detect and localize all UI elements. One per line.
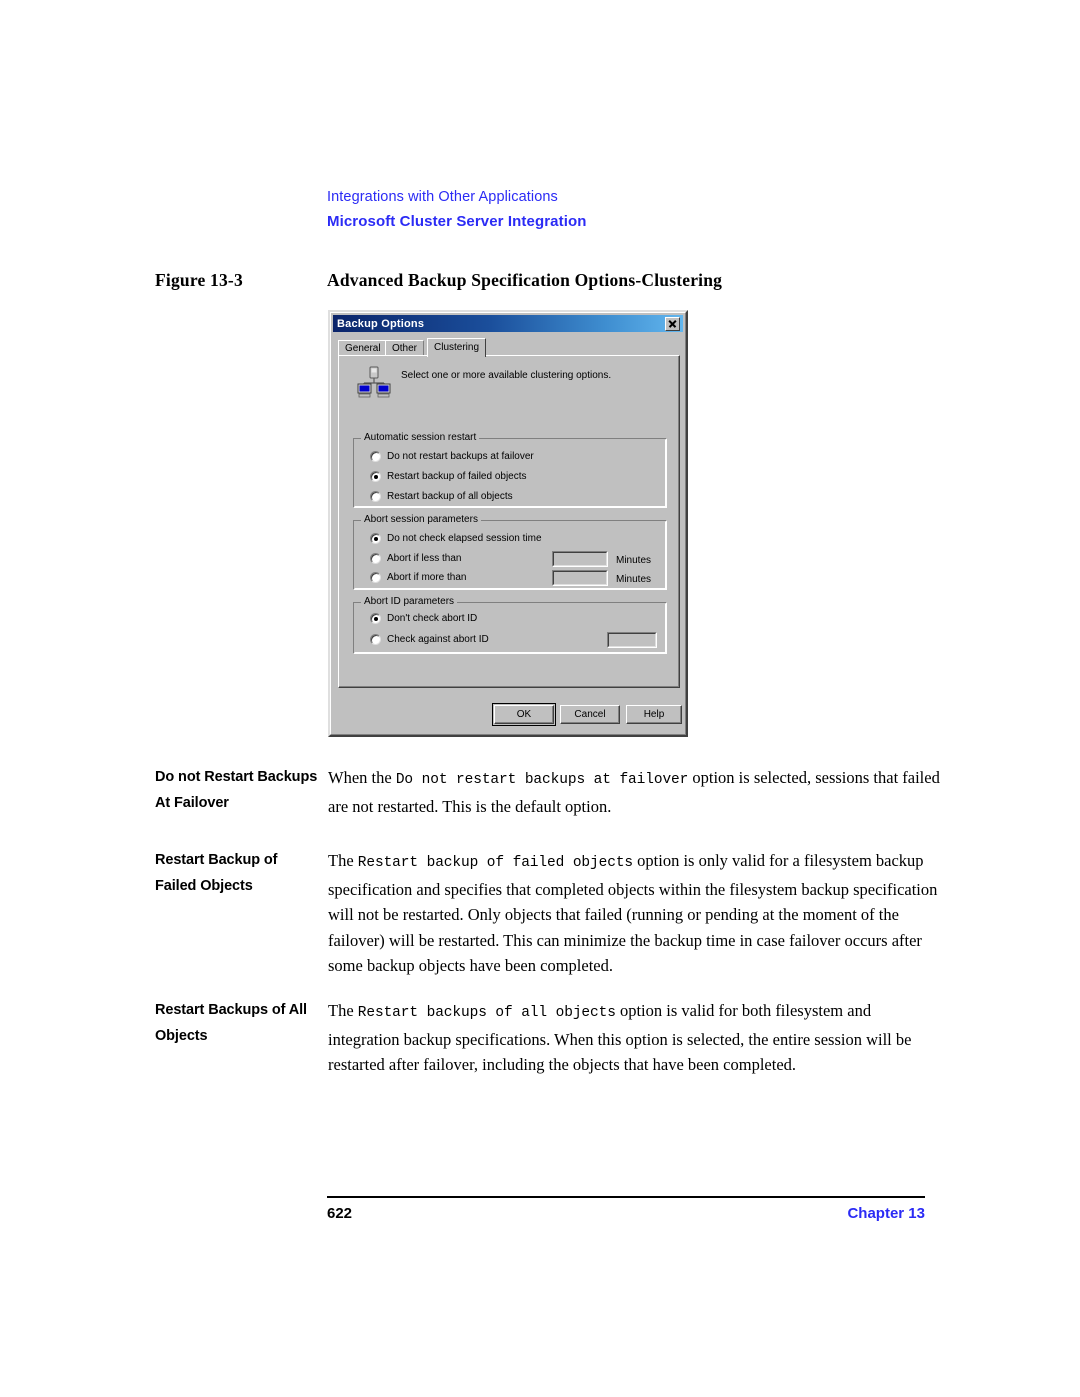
abort-if-more-than-unit: Minutes (616, 574, 652, 585)
text-before: The (328, 851, 358, 870)
radio-label: Restart backup of all objects (387, 491, 513, 502)
figure-caption: Figure 13-3 Advanced Backup Specification… (155, 270, 955, 291)
radio-label: Do not restart backups at failover (387, 451, 534, 462)
help-button-label: Help (643, 709, 665, 720)
textbox-inner-bevel (553, 571, 607, 585)
inline-code: Restart backups of all objects (357, 1005, 616, 1021)
clustering-banner-text: Select one or more available clustering … (401, 370, 612, 381)
radio-restart-failed-objects[interactable]: Restart backup of failed objects (370, 471, 527, 482)
page-number: 622 (327, 1205, 353, 1222)
clustering-banner: Select one or more available clustering … (353, 366, 673, 400)
radio-indicator (370, 533, 381, 544)
group-automatic-session-restart: Automatic session restart Do not restart… (353, 433, 667, 508)
figure-label: Figure 13-3 (155, 270, 243, 290)
dialog-tabstrip: General Other Clustering (338, 338, 680, 357)
group-abort-session-parameters: Abort session parameters Do not check el… (353, 515, 667, 590)
radio-check-against-abort-id[interactable]: Check against abort ID (370, 634, 489, 645)
dialog-titlebar[interactable]: Backup Options (333, 315, 683, 332)
radio-restart-all-objects[interactable]: Restart backup of all objects (370, 491, 513, 502)
textbox-inner-bevel (553, 552, 607, 566)
radio-label: Restart backup of failed objects (387, 471, 527, 482)
clustering-tab-page: Select one or more available clustering … (338, 355, 680, 688)
radio-indicator (370, 471, 381, 482)
radio-indicator (370, 491, 381, 502)
backup-options-dialog: Backup Options General Other Clustering (328, 310, 688, 737)
tab-clustering[interactable]: Clustering (427, 338, 487, 357)
radio-label: Check against abort ID (387, 634, 489, 645)
group-abort-id-parameters: Abort ID parameters Don't check abort ID… (353, 597, 667, 654)
header-section: Integrations with Other Applications (327, 189, 558, 205)
cancel-button-label: Cancel (574, 709, 606, 720)
radio-abort-if-less-than[interactable]: Abort if less than (370, 553, 461, 564)
inline-code: Restart backup of failed objects (357, 855, 634, 871)
cancel-button[interactable]: Cancel (560, 705, 620, 724)
definition-body: The Restart backup of failed objects opt… (328, 848, 943, 979)
ok-button[interactable]: OK (492, 703, 556, 726)
radio-do-not-restart-at-failover[interactable]: Do not restart backups at failover (370, 451, 534, 462)
tab-other[interactable]: Other (385, 340, 425, 355)
header-subsection: Microsoft Cluster Server Integration (327, 213, 587, 230)
textbox-inner-bevel (608, 633, 656, 647)
definition-term: Restart Backup of Failed Objects (155, 852, 278, 894)
radio-abort-if-more-than[interactable]: Abort if more than (370, 572, 466, 583)
radio-label: Do not check elapsed session time (387, 533, 542, 544)
chapter-label: Chapter 13 (847, 1205, 925, 1222)
abort-if-less-than-input[interactable] (552, 551, 608, 567)
close-icon[interactable] (665, 316, 680, 331)
radio-indicator (370, 613, 381, 624)
text-before: The (328, 1001, 358, 1020)
definition-body: When the Do not restart backups at failo… (328, 765, 943, 819)
definition-body: The Restart backups of all objects optio… (328, 998, 943, 1078)
definition-term: Restart Backups of All Objects (155, 1002, 307, 1044)
group-title-abort-session-parameters: Abort session parameters (361, 515, 481, 525)
abort-if-more-than-input[interactable] (552, 570, 608, 586)
radio-label: Abort if less than (387, 553, 462, 564)
radio-indicator (370, 572, 381, 583)
radio-label: Don't check abort ID (387, 613, 478, 624)
tab-general[interactable]: General (338, 340, 388, 355)
abort-id-input[interactable] (607, 632, 657, 648)
figure-title: Advanced Backup Specification Options-Cl… (327, 270, 723, 290)
footer-divider (327, 1196, 925, 1198)
radio-indicator (370, 451, 381, 462)
radio-indicator (370, 553, 381, 564)
radio-label: Abort if more than (387, 572, 467, 583)
radio-indicator (370, 634, 381, 645)
running-header: Integrations with Other Applications Mic… (327, 188, 927, 232)
radio-dont-check-abort-id[interactable]: Don't check abort ID (370, 613, 477, 624)
group-title-abort-id-parameters: Abort ID parameters (361, 597, 458, 607)
text-before: When the (328, 768, 396, 787)
cluster-icon (357, 366, 391, 398)
help-button[interactable]: Help (626, 705, 682, 724)
ok-button-label: OK (516, 709, 532, 720)
abort-if-less-than-unit: Minutes (616, 555, 652, 566)
dialog-title: Backup Options (337, 317, 425, 330)
definition-term: Do not Restart Backups At Failover (155, 769, 318, 811)
group-title-automatic-session-restart: Automatic session restart (361, 433, 480, 443)
radio-do-not-check-elapsed-time[interactable]: Do not check elapsed session time (370, 533, 542, 544)
inline-code: Do not restart backups at failover (395, 772, 689, 788)
